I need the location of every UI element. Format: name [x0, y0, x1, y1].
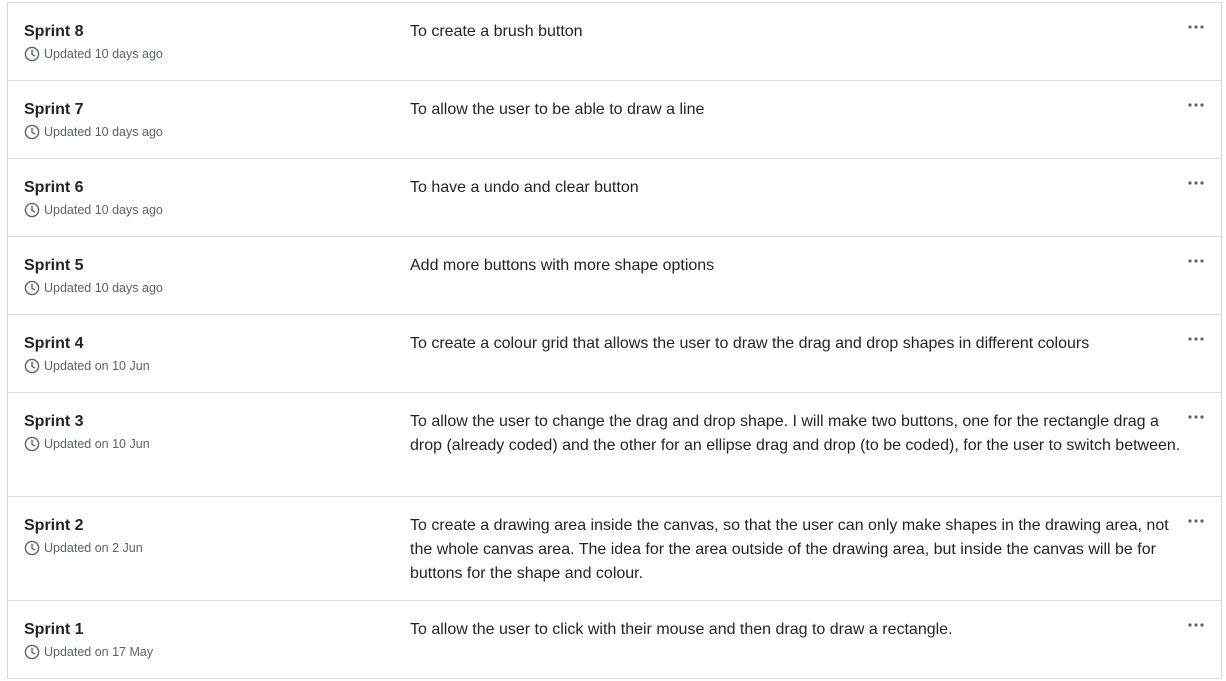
milestone-row: Sprint 6 Updated 10 days ago To have a u…	[8, 159, 1221, 237]
milestone-row: Sprint 1 Updated on 17 May To allow the …	[8, 601, 1221, 679]
milestone-description: To have a undo and clear button	[410, 179, 639, 196]
clock-icon	[24, 540, 40, 556]
milestone-updated: Updated on 17 May	[24, 644, 410, 660]
milestone-title[interactable]: Sprint 3	[24, 411, 410, 433]
milestone-left: Sprint 1 Updated on 17 May	[24, 619, 410, 662]
milestone-title[interactable]: Sprint 8	[24, 21, 410, 43]
milestone-updated: Updated 10 days ago	[24, 202, 410, 218]
milestone-description: To allow the user to change the drag and…	[410, 413, 1181, 454]
milestone-description: To create a colour grid that allows the …	[410, 335, 1090, 352]
milestone-description: Add more buttons with more shape options	[410, 257, 715, 274]
updated-text: Updated 10 days ago	[44, 47, 163, 61]
milestone-left: Sprint 8 Updated 10 days ago	[24, 21, 410, 64]
updated-text: Updated 10 days ago	[44, 125, 163, 139]
kebab-horizontal-icon[interactable]	[1185, 175, 1207, 191]
milestone-row: Sprint 2 Updated on 2 Jun To create a dr…	[8, 497, 1221, 601]
milestone-row: Sprint 4 Updated on 10 Jun To create a c…	[8, 315, 1221, 393]
milestone-title[interactable]: Sprint 7	[24, 99, 410, 121]
updated-text: Updated on 17 May	[44, 645, 154, 659]
kebab-horizontal-icon[interactable]	[1185, 19, 1207, 35]
milestone-updated: Updated on 10 Jun	[24, 358, 410, 374]
milestone-description: To create a brush button	[410, 23, 583, 40]
kebab-horizontal-icon[interactable]	[1185, 97, 1207, 113]
milestone-left: Sprint 3 Updated on 10 Jun	[24, 411, 410, 480]
milestone-description: To allow the user to click with their mo…	[410, 621, 953, 638]
milestone-updated: Updated on 10 Jun	[24, 436, 410, 452]
milestone-list: Sprint 8 Updated 10 days ago To create a…	[7, 2, 1222, 679]
kebab-horizontal-icon[interactable]	[1185, 253, 1207, 269]
milestone-description: To create a drawing area inside the canv…	[410, 517, 1169, 582]
updated-text: Updated 10 days ago	[44, 281, 163, 295]
milestone-left: Sprint 6 Updated 10 days ago	[24, 177, 410, 220]
clock-icon	[24, 436, 40, 452]
updated-text: Updated 10 days ago	[44, 203, 163, 217]
kebab-horizontal-icon[interactable]	[1185, 409, 1207, 425]
milestone-updated: Updated 10 days ago	[24, 46, 410, 62]
updated-text: Updated on 10 Jun	[44, 437, 150, 451]
milestone-title[interactable]: Sprint 1	[24, 619, 410, 641]
milestone-updated: Updated on 2 Jun	[24, 540, 410, 556]
clock-icon	[24, 358, 40, 374]
kebab-horizontal-icon[interactable]	[1185, 617, 1207, 633]
milestone-row: Sprint 5 Updated 10 days ago Add more bu…	[8, 237, 1221, 315]
clock-icon	[24, 202, 40, 218]
kebab-horizontal-icon[interactable]	[1185, 331, 1207, 347]
updated-text: Updated on 2 Jun	[44, 541, 143, 555]
milestone-row: Sprint 8 Updated 10 days ago To create a…	[8, 3, 1221, 81]
milestone-row: Sprint 3 Updated on 10 Jun To allow the …	[8, 393, 1221, 497]
kebab-horizontal-icon[interactable]	[1185, 513, 1207, 529]
milestone-title[interactable]: Sprint 6	[24, 177, 410, 199]
milestone-title[interactable]: Sprint 4	[24, 333, 410, 355]
milestone-row: Sprint 7 Updated 10 days ago To allow th…	[8, 81, 1221, 159]
clock-icon	[24, 644, 40, 660]
milestone-updated: Updated 10 days ago	[24, 280, 410, 296]
updated-text: Updated on 10 Jun	[44, 359, 150, 373]
milestone-left: Sprint 7 Updated 10 days ago	[24, 99, 410, 142]
milestone-left: Sprint 2 Updated on 2 Jun	[24, 515, 410, 584]
milestone-left: Sprint 4 Updated on 10 Jun	[24, 333, 410, 376]
milestone-title[interactable]: Sprint 5	[24, 255, 410, 277]
milestone-title[interactable]: Sprint 2	[24, 515, 410, 537]
milestone-updated: Updated 10 days ago	[24, 124, 410, 140]
clock-icon	[24, 280, 40, 296]
milestone-description: To allow the user to be able to draw a l…	[410, 101, 705, 118]
clock-icon	[24, 46, 40, 62]
milestone-left: Sprint 5 Updated 10 days ago	[24, 255, 410, 298]
clock-icon	[24, 124, 40, 140]
